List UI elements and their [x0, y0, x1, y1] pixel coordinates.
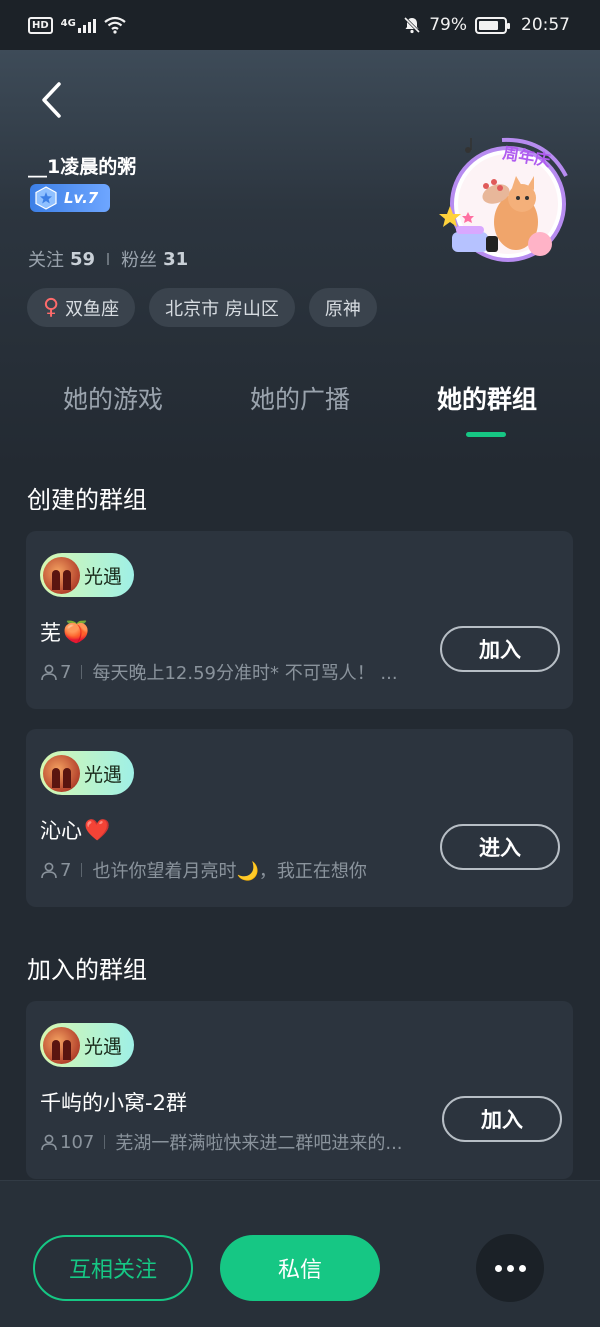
game-tag[interactable]: 光遇 — [40, 1023, 134, 1067]
tag-label: 原神 — [324, 298, 361, 320]
message-button[interactable]: 私信 — [220, 1235, 380, 1301]
group-card[interactable]: 光遇 沁心 ❤️ 7 也许你望着月亮时🌙，我正在想你 进入 — [26, 729, 573, 907]
meta-divider — [81, 665, 83, 679]
clock: 20:57 — [521, 15, 570, 35]
group-name: 沁心 ❤️ — [40, 815, 110, 845]
member-count: 7 — [60, 859, 72, 881]
game-icon — [43, 1026, 80, 1064]
more-button[interactable] — [476, 1234, 544, 1302]
tab-groups[interactable]: 她的群组 — [397, 380, 577, 416]
tab-active-indicator — [466, 432, 506, 437]
group-meta: 7 也许你望着月亮时🌙，我正在想你 — [40, 857, 367, 883]
group-name: 千屿的小窝-2群 — [40, 1087, 187, 1117]
group-card[interactable]: 光遇 千屿的小窝-2群 107 芜湖一群满啦快来进二群吧进来的... 加入 — [26, 1001, 573, 1179]
signal-icon — [77, 17, 96, 33]
join-button[interactable]: 加入 — [442, 1096, 562, 1142]
game-icon — [43, 556, 80, 594]
tag-location: 北京市 房山区 — [149, 288, 295, 327]
battery-icon — [475, 16, 510, 34]
game-icon — [43, 754, 80, 792]
group-card[interactable]: 光遇 芜 🍑 7 每天晚上12.59分准时* 不可骂人！ ... 加入 — [26, 531, 573, 709]
follow-label[interactable]: 关注 — [28, 246, 64, 272]
tab-games[interactable]: 她的游戏 — [23, 380, 203, 416]
tag-zodiac: ♀ 双鱼座 — [27, 288, 136, 327]
person-icon — [41, 1134, 57, 1151]
person-icon — [41, 664, 57, 681]
game-name: 光遇 — [84, 565, 123, 588]
meta-divider — [104, 1135, 106, 1149]
fans-count[interactable]: 31 — [163, 249, 188, 270]
heart-emoji-icon: ❤️ — [84, 817, 111, 842]
group-description: 每天晚上12.59分准时* 不可骂人！ ... — [92, 663, 398, 684]
group-meta: 7 每天晚上12.59分准时* 不可骂人！ ... — [40, 659, 398, 685]
group-name: 芜 🍑 — [40, 617, 89, 647]
back-arrow-icon[interactable] — [32, 80, 72, 120]
join-button[interactable]: 加入 — [440, 626, 560, 672]
group-name-text: 千屿的小窝-2群 — [40, 1091, 187, 1115]
fans-label[interactable]: 粉丝 — [121, 246, 157, 272]
bell-muted-icon — [404, 16, 421, 34]
network-type-label: 4G — [60, 18, 76, 29]
follow-stats: 关注 59 粉丝 31 — [28, 246, 188, 272]
wifi-icon — [104, 16, 126, 34]
group-meta: 107 芜湖一群满啦快来进二群吧进来的... — [40, 1129, 403, 1155]
enter-button[interactable]: 进入 — [440, 824, 560, 870]
more-dots-icon — [494, 1264, 502, 1272]
profile-tags: ♀ 双鱼座 北京市 房山区 原神 — [27, 288, 377, 327]
tab-broadcasts[interactable]: 她的广播 — [210, 380, 390, 416]
level-label: Lv.7 — [64, 189, 99, 207]
tag-game[interactable]: 原神 — [308, 288, 377, 327]
username: __1凌晨的粥 — [28, 156, 137, 178]
stat-divider — [107, 253, 110, 265]
person-icon — [41, 862, 57, 879]
mutual-follow-button[interactable]: 互相关注 — [33, 1235, 193, 1301]
group-name-text: 沁心 — [40, 819, 82, 843]
battery-percent: 79% — [429, 15, 467, 35]
group-name-text: 芜 — [40, 621, 61, 645]
venus-icon: ♀ — [43, 295, 60, 320]
peach-emoji-icon: 🍑 — [63, 619, 90, 644]
hd-indicator: HD — [28, 16, 53, 34]
more-dot — [518, 1264, 526, 1272]
level-badge[interactable]: Lv.7 — [30, 184, 110, 212]
group-description: 芜湖一群满啦快来进二群吧进来的... — [115, 1133, 403, 1154]
member-count: 7 — [60, 661, 72, 683]
group-description: 也许你望着月亮时🌙，我正在想你 — [92, 861, 367, 882]
profile-tabs: 她的游戏 她的广播 她的群组 — [0, 380, 600, 440]
more-dot — [506, 1264, 514, 1272]
meta-divider — [81, 863, 83, 877]
member-count: 107 — [60, 1131, 95, 1153]
status-bar: HD 4G 79% 20:57 — [0, 0, 600, 50]
game-name: 光遇 — [84, 763, 123, 786]
game-name: 光遇 — [84, 1035, 123, 1058]
section-title-created: 创建的群组 — [27, 486, 147, 514]
level-hex-icon — [35, 186, 57, 210]
game-tag[interactable]: 光遇 — [40, 751, 134, 795]
section-title-joined: 加入的群组 — [27, 956, 147, 984]
bottom-action-bar: 互相关注 私信 — [0, 1180, 600, 1327]
follow-count[interactable]: 59 — [70, 249, 95, 270]
avatar[interactable]: 周年庆 — [436, 136, 572, 272]
tag-label: 双鱼座 — [65, 298, 120, 320]
game-tag[interactable]: 光遇 — [40, 553, 134, 597]
tag-label: 北京市 房山区 — [165, 298, 279, 320]
